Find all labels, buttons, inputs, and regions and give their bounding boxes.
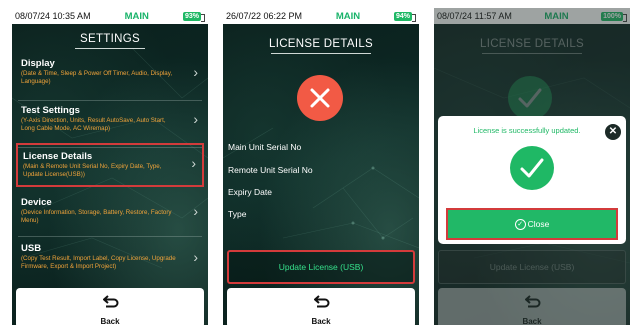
license-details-screen: 26/07/22 06:22 PM MAIN 94% LICENSE DETAI… [223,8,419,325]
settings-screen: 08/07/24 10:35 AM MAIN 93% SETTINGS Disp… [12,8,208,325]
remote-unit-serial-label: Remote Unit Serial No [228,165,313,175]
menu-item-description: (Main & Remote Unit Serial No, Expiry Da… [23,163,162,178]
battery-indicator: 93% [182,11,206,22]
menu-item-label: License Details [23,151,93,162]
check-circle-icon: ✓ [514,219,526,231]
update-license-button[interactable]: Update License (USB) [227,250,415,284]
menu-item-label: Display [21,58,55,69]
menu-item-display[interactable]: Display (Date & Time, Sleep & Power Off … [16,56,204,102]
type-label: Type [228,209,247,219]
menu-item-label: USB [21,243,42,254]
success-check-icon [510,146,554,190]
close-button-label: Close [527,219,550,229]
page-title: LICENSE DETAILS [269,38,373,50]
status-time: 08/07/24 10:35 AM [15,11,91,21]
close-button[interactable]: ✓ Close [446,208,618,240]
menu-item-license-details[interactable]: License Details (Main & Remote Unit Seri… [16,143,204,187]
success-dialog: License is successfully updated. ✕ ✓ Clos… [438,116,626,244]
back-arrow-icon [103,295,119,308]
menu-item-label: Device [21,197,52,208]
status-time: 26/07/22 06:22 PM [226,11,303,21]
status-bar: 26/07/22 06:22 PM MAIN 94% [223,8,419,24]
menu-item-description: (Copy Test Result, Import Label, Copy Li… [21,255,176,270]
back-button[interactable]: Back [16,288,204,325]
status-mode: MAIN [335,10,361,22]
chevron-right-icon: › [193,64,198,80]
main-unit-serial-label: Main Unit Serial No [228,142,302,152]
chevron-right-icon: › [191,155,196,171]
menu-item-usb[interactable]: USB (Copy Test Result, Import Label, Cop… [16,241,204,287]
status-mode: MAIN [124,10,149,22]
status-bar: 08/07/24 10:35 AM MAIN 93% [12,8,208,24]
title-underline [271,53,371,54]
menu-item-description: (Date & Time, Sleep & Power Off Timer, A… [21,70,173,85]
back-button[interactable]: Back [227,288,415,325]
menu-item-description: (Device Information, Storage, Battery, R… [21,209,172,224]
title-underline [75,48,145,49]
back-label: Back [311,317,331,325]
back-label: Back [100,317,120,325]
page-title: SETTINGS [80,33,140,45]
back-arrow-icon [314,295,330,308]
license-invalid-icon [297,75,343,121]
success-message: License is successfully updated. [473,126,581,135]
menu-item-description: (Y-Axis Direction, Units, Result AutoSav… [21,117,166,132]
expiry-date-label: Expiry Date [228,187,272,197]
chevron-right-icon: › [193,249,198,265]
license-updated-screen: 08/07/24 11:57 AM MAIN 100% LICENSE DETA… [434,8,630,325]
divider [18,236,202,237]
close-icon[interactable]: ✕ [605,124,621,140]
battery-indicator: 94% [393,11,417,22]
menu-item-device[interactable]: Device (Device Information, Storage, Bat… [16,195,204,241]
menu-item-label: Test Settings [21,105,80,116]
divider [18,100,202,101]
chevron-right-icon: › [193,203,198,219]
chevron-right-icon: › [193,111,198,127]
